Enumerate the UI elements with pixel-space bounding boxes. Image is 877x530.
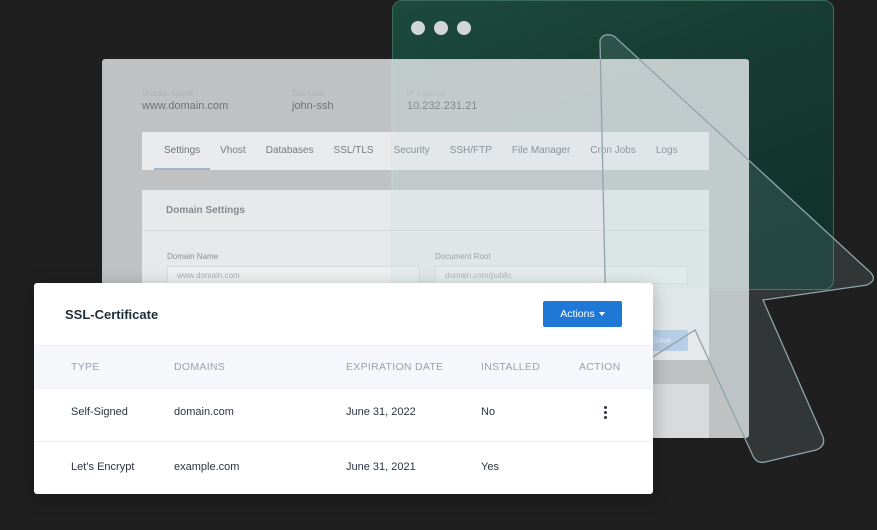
cell-type: Self-Signed [71,406,128,418]
actions-button[interactable]: Actions [543,301,622,327]
table-header: TYPE DOMAINS EXPIRATION DATE INSTALLED A… [34,345,653,389]
cell-installed: No [481,406,496,418]
chevron-down-icon [598,312,605,316]
ssl-certificate-card: SSL-Certificate Actions TYPE DOMAINS EXP… [34,283,653,494]
column-header-domains: DOMAINS [174,361,226,373]
table-row: Self-Signed domain.com June 31, 2022 No [34,387,653,440]
column-header-action: ACTION [579,361,621,373]
table-row: Let’s Encrypt example.com June 31, 2021 … [34,441,653,495]
actions-label: Actions [560,308,595,320]
cell-domain: example.com [174,461,240,473]
more-options-icon[interactable] [604,406,607,421]
cell-type: Let’s Encrypt [71,461,135,473]
cell-installed: Yes [481,461,499,473]
column-header-installed: INSTALLED [481,361,541,373]
column-header-expiration: EXPIRATION DATE [346,361,444,373]
ssl-title: SSL-Certificate [65,307,159,322]
cell-expiration: June 31, 2022 [346,406,416,418]
cell-expiration: June 31, 2021 [346,461,416,473]
column-header-type: TYPE [71,361,100,373]
cell-domain: domain.com [174,406,234,418]
